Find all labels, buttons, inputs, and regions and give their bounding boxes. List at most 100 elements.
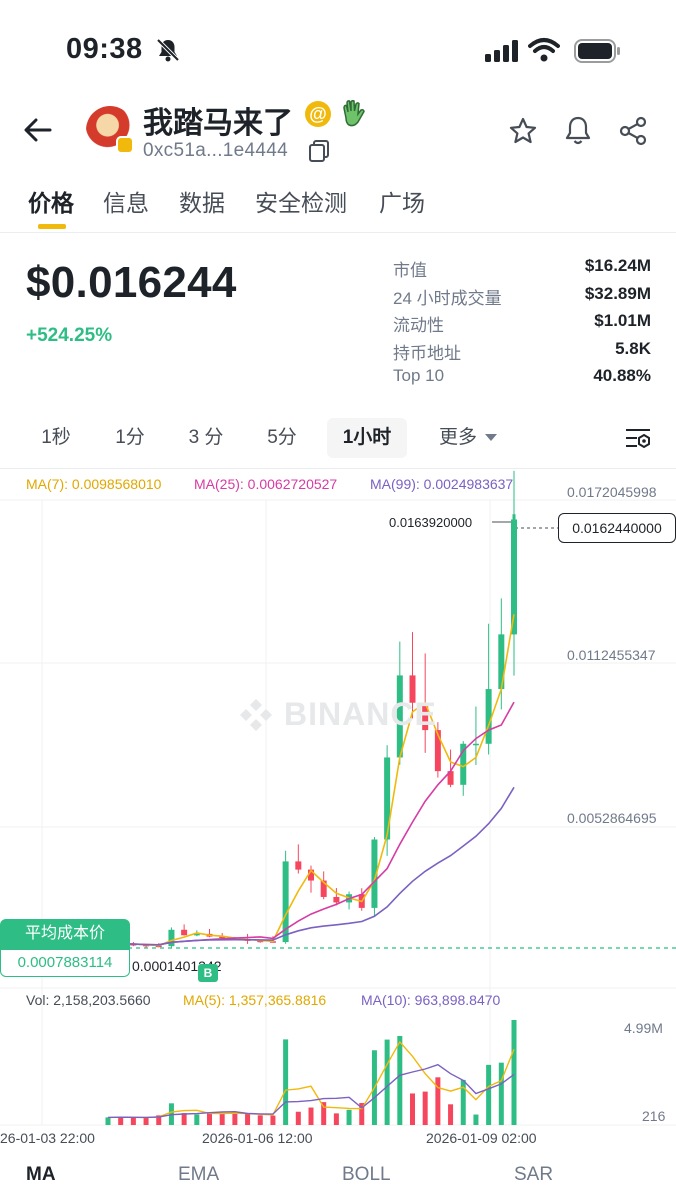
- status-time: 09:38: [66, 33, 143, 65]
- candle-body: [485, 689, 492, 744]
- volume-bar: [143, 1117, 149, 1125]
- price-change-percent: +524.25%: [26, 325, 113, 346]
- volume-bar: [498, 1062, 504, 1125]
- interval-more-label: 更多: [438, 427, 477, 448]
- candle-body: [384, 757, 391, 840]
- cellular-signal-icon: [485, 40, 518, 62]
- volume-bar: [410, 1093, 415, 1125]
- candle-body: [181, 929, 188, 936]
- stat-value: $16.24M: [584, 256, 651, 275]
- chain-badge-icon: [116, 136, 134, 154]
- volume-bar: [333, 1113, 339, 1125]
- price-alert-bell-icon[interactable]: [563, 114, 593, 146]
- volume-bar: [257, 1115, 263, 1125]
- favorite-star-icon[interactable]: [508, 116, 538, 146]
- volume-bar: [384, 1039, 390, 1125]
- current-price-tag: 0.0162440000: [558, 513, 676, 543]
- main-tabs: 价格 信息 数据 安全检测 广场: [0, 178, 676, 234]
- volume-bar: [232, 1113, 238, 1125]
- volume-bar: [448, 1104, 454, 1125]
- volume-bar: [397, 1035, 403, 1125]
- volume-bar: [486, 1064, 492, 1125]
- stat-label: 持币地址: [393, 343, 461, 363]
- volume-bar: [511, 1020, 517, 1125]
- avg-cost-value: 0.0007883114: [0, 949, 130, 977]
- token-name: 我踏马来了: [143, 107, 293, 140]
- volume-ma-lines-group: [107, 1040, 515, 1119]
- battery-icon: [574, 39, 620, 63]
- stat-row-liquidity: 流动性 $1.01M: [393, 311, 651, 339]
- stat-row-top10: Top 10 40.88%: [393, 366, 651, 394]
- tab-info[interactable]: 信息: [103, 184, 149, 218]
- volume-axis-top: 4.99M: [624, 1020, 663, 1036]
- buy-marker[interactable]: B: [198, 964, 218, 982]
- tab-price[interactable]: 价格: [28, 184, 74, 218]
- volume-bar: [245, 1113, 251, 1125]
- stat-value: $32.89M: [584, 283, 651, 303]
- stat-value: $1.01M: [594, 311, 651, 330]
- price-axis-label: 0.0112455347: [567, 647, 656, 663]
- wifi-icon: [528, 38, 560, 62]
- binance-logo-icon: [240, 699, 272, 731]
- date-axis-label: 2026-01-09 02:00: [426, 1130, 537, 1146]
- binance-watermark: BINANCE: [284, 696, 437, 732]
- indicator-ema[interactable]: EMA: [178, 1164, 219, 1186]
- indicator-sar[interactable]: SAR: [514, 1164, 553, 1186]
- stat-label: Top 10: [393, 366, 445, 385]
- price-axis-label: 0.0172045998: [567, 484, 657, 500]
- tab-data[interactable]: 数据: [179, 184, 225, 218]
- volume-bar: [270, 1115, 276, 1125]
- ma99-legend: MA(99): 0.0024983637: [370, 476, 514, 492]
- candle-body: [333, 896, 340, 903]
- interval-5m[interactable]: 5分: [250, 418, 314, 458]
- volume-bar: [207, 1112, 212, 1125]
- volume-bar: [435, 1077, 441, 1125]
- volume-bar: [321, 1102, 327, 1125]
- volume-ma5-line: [107, 1040, 515, 1119]
- high-price-label: 0.0163920000: [389, 515, 473, 530]
- copy-icon[interactable]: [308, 139, 330, 163]
- ma25-legend: MA(25): 0.0062720527: [194, 476, 338, 492]
- token-header: 我踏马来了 @ 0xc51a...1e4444: [0, 96, 676, 166]
- interval-3m[interactable]: 3 分: [174, 418, 238, 458]
- volume-bar: [181, 1113, 187, 1125]
- volume-legend: Vol: 2,158,203.5660: [26, 992, 151, 1008]
- candle-body: [168, 929, 175, 947]
- volume-axis-bottom: 216: [642, 1108, 666, 1124]
- volume-bar: [105, 1117, 111, 1125]
- interval-more-dropdown[interactable]: 更多: [428, 418, 508, 458]
- candle-body: [295, 861, 302, 870]
- interval-selector: 1秒 1分 3 分 5分 1小时 更多: [0, 418, 676, 462]
- volume-bar: [473, 1114, 479, 1125]
- interval-1m[interactable]: 1分: [98, 418, 162, 458]
- volume-bar: [295, 1111, 301, 1125]
- share-icon[interactable]: [618, 116, 648, 146]
- volume-bar: [346, 1109, 352, 1125]
- indicator-tabs: MA EMA BOLL SAR: [0, 1150, 676, 1200]
- avg-cost-title: 平均成本价: [0, 919, 130, 949]
- volume-bars-group: [105, 1020, 517, 1125]
- chart-settings-icon[interactable]: [624, 426, 652, 450]
- date-axis-label: 2026-01-06 12:00: [202, 1130, 313, 1146]
- volume-bar: [194, 1114, 200, 1125]
- indicator-boll[interactable]: BOLL: [342, 1164, 391, 1186]
- interval-1s[interactable]: 1秒: [24, 418, 88, 458]
- volume-ma10-legend: MA(10): 963,898.8470: [361, 992, 501, 1008]
- volume-bar: [283, 1039, 289, 1125]
- indicator-ma[interactable]: MA: [26, 1164, 56, 1186]
- chevron-down-icon: [485, 434, 497, 442]
- volume-bar: [118, 1116, 124, 1125]
- contract-address: 0xc51a...1e4444: [143, 140, 289, 161]
- ma25-line: [107, 701, 515, 946]
- tab-security-check[interactable]: 安全检测: [255, 184, 347, 218]
- tab-square[interactable]: 广场: [379, 184, 425, 218]
- stat-row-market-cap: 市值 $16.24M: [393, 256, 651, 284]
- volume-ma5-legend: MA(5): 1,357,365.8816: [183, 992, 327, 1008]
- back-arrow-icon[interactable]: [22, 114, 54, 146]
- interval-1h[interactable]: 1小时: [327, 418, 407, 458]
- stat-value: 40.88%: [593, 366, 651, 385]
- ma7-legend: MA(7): 0.0098568010: [26, 476, 162, 492]
- date-axis-label: 26-01-03 22:00: [0, 1130, 95, 1146]
- waving-hand-icon: [343, 100, 365, 127]
- stat-row-volume-24h: 24 小时成交量 $32.89M: [393, 284, 651, 312]
